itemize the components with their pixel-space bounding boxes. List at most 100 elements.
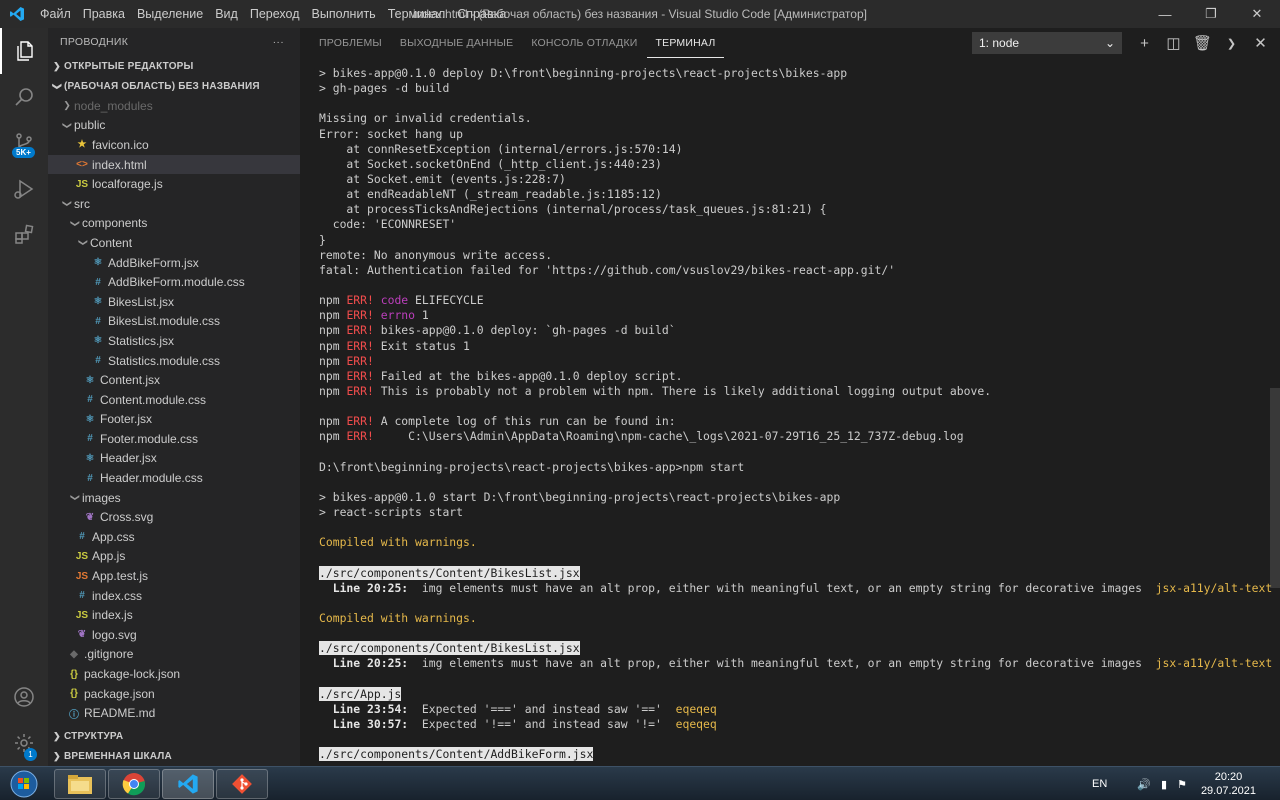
- outline-section[interactable]: ❯ СТРУКТУРА: [48, 726, 300, 746]
- folder-item[interactable]: ❯ node_modules: [48, 96, 300, 116]
- timeline-section[interactable]: ❯ ВРЕМЕННАЯ ШКАЛА: [48, 746, 300, 766]
- file-item[interactable]: # Footer.module.css: [48, 429, 300, 449]
- source-control-icon[interactable]: 5K+: [0, 120, 48, 166]
- file-item[interactable]: # Content.module.css: [48, 390, 300, 410]
- file-item[interactable]: ⚛ Footer.jsx: [48, 410, 300, 430]
- terminal-line: npm ERR! code ELIFECYCLE: [319, 293, 1259, 308]
- file-explorer-icon[interactable]: [54, 769, 106, 799]
- explorer-icon[interactable]: [0, 28, 48, 74]
- flag-icon[interactable]: ⚑: [1177, 778, 1187, 791]
- close-icon[interactable]: ✕: [1246, 34, 1275, 52]
- terminal-line: ./src/components/Content/BikesList.jsx: [319, 565, 1259, 581]
- css-file-icon: #: [79, 531, 85, 543]
- file-item[interactable]: ⚛ Header.jsx: [48, 449, 300, 469]
- terminal-output[interactable]: > bikes-app@0.1.0 deploy D:\front\beginn…: [319, 66, 1272, 762]
- volume-icon[interactable]: 🔊: [1137, 778, 1151, 791]
- chevron-down-icon[interactable]: ❯: [1217, 37, 1246, 50]
- menu-item[interactable]: Терминал: [382, 0, 452, 28]
- more-actions-icon[interactable]: ···: [273, 36, 284, 48]
- terminal-line: ./src/components/Content/BikesList.jsx: [319, 641, 1259, 656]
- open-editors-section[interactable]: ❯ ОТКРЫТЫЕ РЕДАКТОРЫ: [48, 56, 300, 76]
- language-indicator[interactable]: EN: [1092, 778, 1107, 790]
- menu-item[interactable]: Файл: [34, 0, 77, 28]
- add-terminal-icon[interactable]: +: [1130, 35, 1159, 52]
- network-icon[interactable]: ▮: [1161, 778, 1167, 791]
- extensions-icon[interactable]: [0, 212, 48, 258]
- terminal-line: Line 30:57: Expected '!==' and instead s…: [319, 717, 1259, 732]
- terminal-line: }: [319, 233, 1259, 248]
- file-item[interactable]: ❦ Cross.svg: [48, 507, 300, 527]
- file-item[interactable]: ⚛ Statistics.jsx: [48, 331, 300, 351]
- menu-item[interactable]: Правка: [77, 0, 131, 28]
- split-terminal-icon[interactable]: ◫: [1159, 34, 1188, 52]
- account-icon[interactable]: [0, 674, 48, 720]
- trash-icon[interactable]: 🗑: [1188, 34, 1217, 52]
- terminal-segment: npm: [319, 293, 347, 308]
- file-item[interactable]: # AddBikeForm.module.css: [48, 272, 300, 292]
- terminal-segment: code: 'ECONNRESET': [319, 217, 457, 232]
- file-item[interactable]: <> index.html: [48, 154, 300, 175]
- file-item[interactable]: ⚛ BikesList.jsx: [48, 292, 300, 312]
- folder-item[interactable]: ❯ Content: [48, 233, 300, 253]
- panel-tab[interactable]: КОНСОЛЬ ОТЛАДКИ: [522, 28, 646, 58]
- file-item[interactable]: ★ favicon.ico: [48, 135, 300, 155]
- folder-item[interactable]: ❯ images: [48, 488, 300, 508]
- panel-tab[interactable]: ТЕРМИНАЛ: [646, 28, 725, 58]
- menu-item[interactable]: Вид: [209, 0, 244, 28]
- file-item[interactable]: # Statistics.module.css: [48, 351, 300, 371]
- menu-item[interactable]: Справка: [451, 0, 512, 28]
- file-item[interactable]: {} package-lock.json: [48, 664, 300, 684]
- vscode-icon[interactable]: [162, 769, 214, 799]
- start-button[interactable]: [4, 769, 44, 799]
- search-icon[interactable]: [0, 74, 48, 120]
- clock[interactable]: 20:20 29.07.2021: [1201, 770, 1256, 798]
- tree-item-label: BikesList.jsx: [108, 294, 175, 309]
- terminal-segment: > react-scripts start: [319, 505, 464, 520]
- terminal-scrollbar[interactable]: [1270, 388, 1280, 588]
- close-icon[interactable]: ✕: [1234, 0, 1280, 28]
- file-item[interactable]: ⓘ README.md: [48, 703, 300, 723]
- file-item[interactable]: # App.css: [48, 527, 300, 547]
- minimize-icon[interactable]: —: [1142, 0, 1188, 28]
- file-item[interactable]: JS App.test.js: [48, 566, 300, 586]
- run-debug-icon[interactable]: [0, 166, 48, 212]
- folder-item[interactable]: ❯ public: [48, 116, 300, 136]
- menu-item[interactable]: Выделение: [131, 0, 209, 28]
- tree-item-label: .gitignore: [84, 647, 134, 662]
- json-file-icon: {}: [70, 668, 78, 680]
- css-file-icon: #: [79, 590, 85, 602]
- clock-date: 29.07.2021: [1200, 785, 1256, 797]
- git-icon[interactable]: [216, 769, 268, 799]
- terminal-line: npm ERR! Exit status 1: [319, 339, 1259, 354]
- chevron-down-icon: ❯: [62, 199, 73, 208]
- file-item[interactable]: JS index.js: [48, 605, 300, 625]
- file-item[interactable]: JS App.js: [48, 547, 300, 567]
- file-item[interactable]: # BikesList.module.css: [48, 312, 300, 332]
- terminal-line: fatal: Authentication failed for 'https:…: [319, 263, 1259, 278]
- terminal-segment: ERR!: [346, 383, 374, 398]
- workspace-section[interactable]: ❯ (РАБОЧАЯ ОБЛАСТЬ) БЕЗ НАЗВАНИЯ: [48, 76, 300, 96]
- panel-tab[interactable]: ПРОБЛЕМЫ: [300, 28, 391, 58]
- file-item[interactable]: {} package.json: [48, 684, 300, 704]
- chrome-icon[interactable]: [108, 769, 160, 799]
- file-item[interactable]: ⚛ Content.jsx: [48, 370, 300, 390]
- restore-icon[interactable]: ❐: [1188, 0, 1234, 28]
- tree-item-label: node_modules: [74, 98, 153, 113]
- terminal-select[interactable]: 1: node ⌄: [972, 32, 1122, 54]
- file-item[interactable]: JS localforage.js: [48, 174, 300, 194]
- folder-item[interactable]: ❯ components: [48, 214, 300, 234]
- file-item[interactable]: ⚛ AddBikeForm.jsx: [48, 253, 300, 273]
- file-item[interactable]: ◆ .gitignore: [48, 645, 300, 665]
- panel-tab[interactable]: ВЫХОДНЫЕ ДАННЫЕ: [391, 28, 522, 58]
- file-item[interactable]: # index.css: [48, 586, 300, 606]
- tree-item-label: index.css: [92, 588, 143, 603]
- folder-item[interactable]: ❯ src: [48, 194, 300, 214]
- settings-gear-icon[interactable]: 1: [0, 720, 48, 766]
- menu-item[interactable]: Переход: [244, 0, 306, 28]
- menu-item[interactable]: Выполнить: [306, 0, 382, 28]
- file-item[interactable]: # Header.module.css: [48, 468, 300, 488]
- jsx-file-icon: ⚛: [93, 335, 103, 347]
- tree-item-label: Statistics.jsx: [108, 333, 175, 348]
- file-item[interactable]: ❦ logo.svg: [48, 625, 300, 645]
